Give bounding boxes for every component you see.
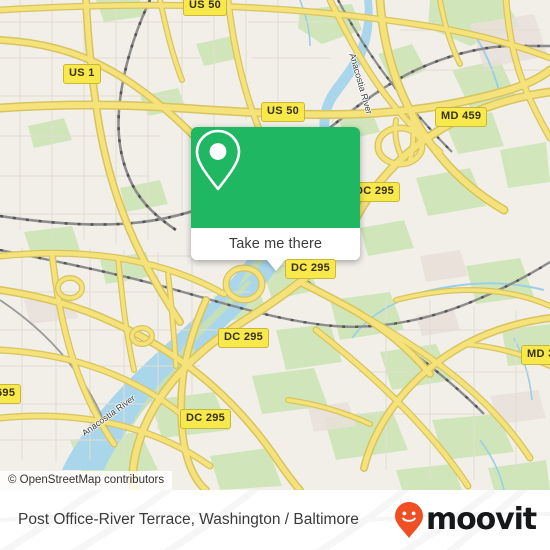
- footer-bar: Post Office-River Terrace, Washington / …: [0, 490, 550, 550]
- popup-icon-area: [191, 127, 360, 228]
- moovit-brand-logo[interactable]: moovit: [394, 501, 537, 539]
- map-canvas[interactable]: Anacostia River Anacostia River US 50 US…: [0, 0, 550, 490]
- road-shield-dc295-b: DC 295: [285, 259, 337, 279]
- destination-popup-card[interactable]: Take me there: [191, 127, 360, 271]
- road-shield-md3: MD 3: [521, 345, 550, 365]
- moovit-pin-icon: [394, 502, 423, 538]
- map-pin-icon: [195, 129, 241, 191]
- road-shield-us50-top: US 50: [183, 0, 228, 16]
- osm-attribution[interactable]: © OpenStreetMap contributors: [0, 471, 173, 490]
- road-shield-md459: MD 459: [435, 107, 488, 127]
- road-shield-dc295-d: DC 295: [180, 409, 232, 429]
- road-shield-dc295-c: DC 295: [218, 328, 270, 348]
- popup-pointer-tail: [266, 260, 285, 271]
- moovit-station-map-screenshot: Anacostia River Anacostia River US 50 US…: [0, 0, 550, 550]
- popup-action-area[interactable]: Take me there: [191, 228, 360, 271]
- moovit-wordmark: moovit: [425, 502, 537, 537]
- take-me-there-label: Take me there: [228, 236, 323, 252]
- road-shield-us50: US 50: [261, 102, 306, 122]
- road-shield-us1: US 1: [63, 64, 101, 84]
- station-title: Post Office-River Terrace, Washington / …: [18, 511, 359, 528]
- footer-content: Post Office-River Terrace, Washington / …: [0, 490, 550, 550]
- road-shield-695: 695: [0, 384, 22, 404]
